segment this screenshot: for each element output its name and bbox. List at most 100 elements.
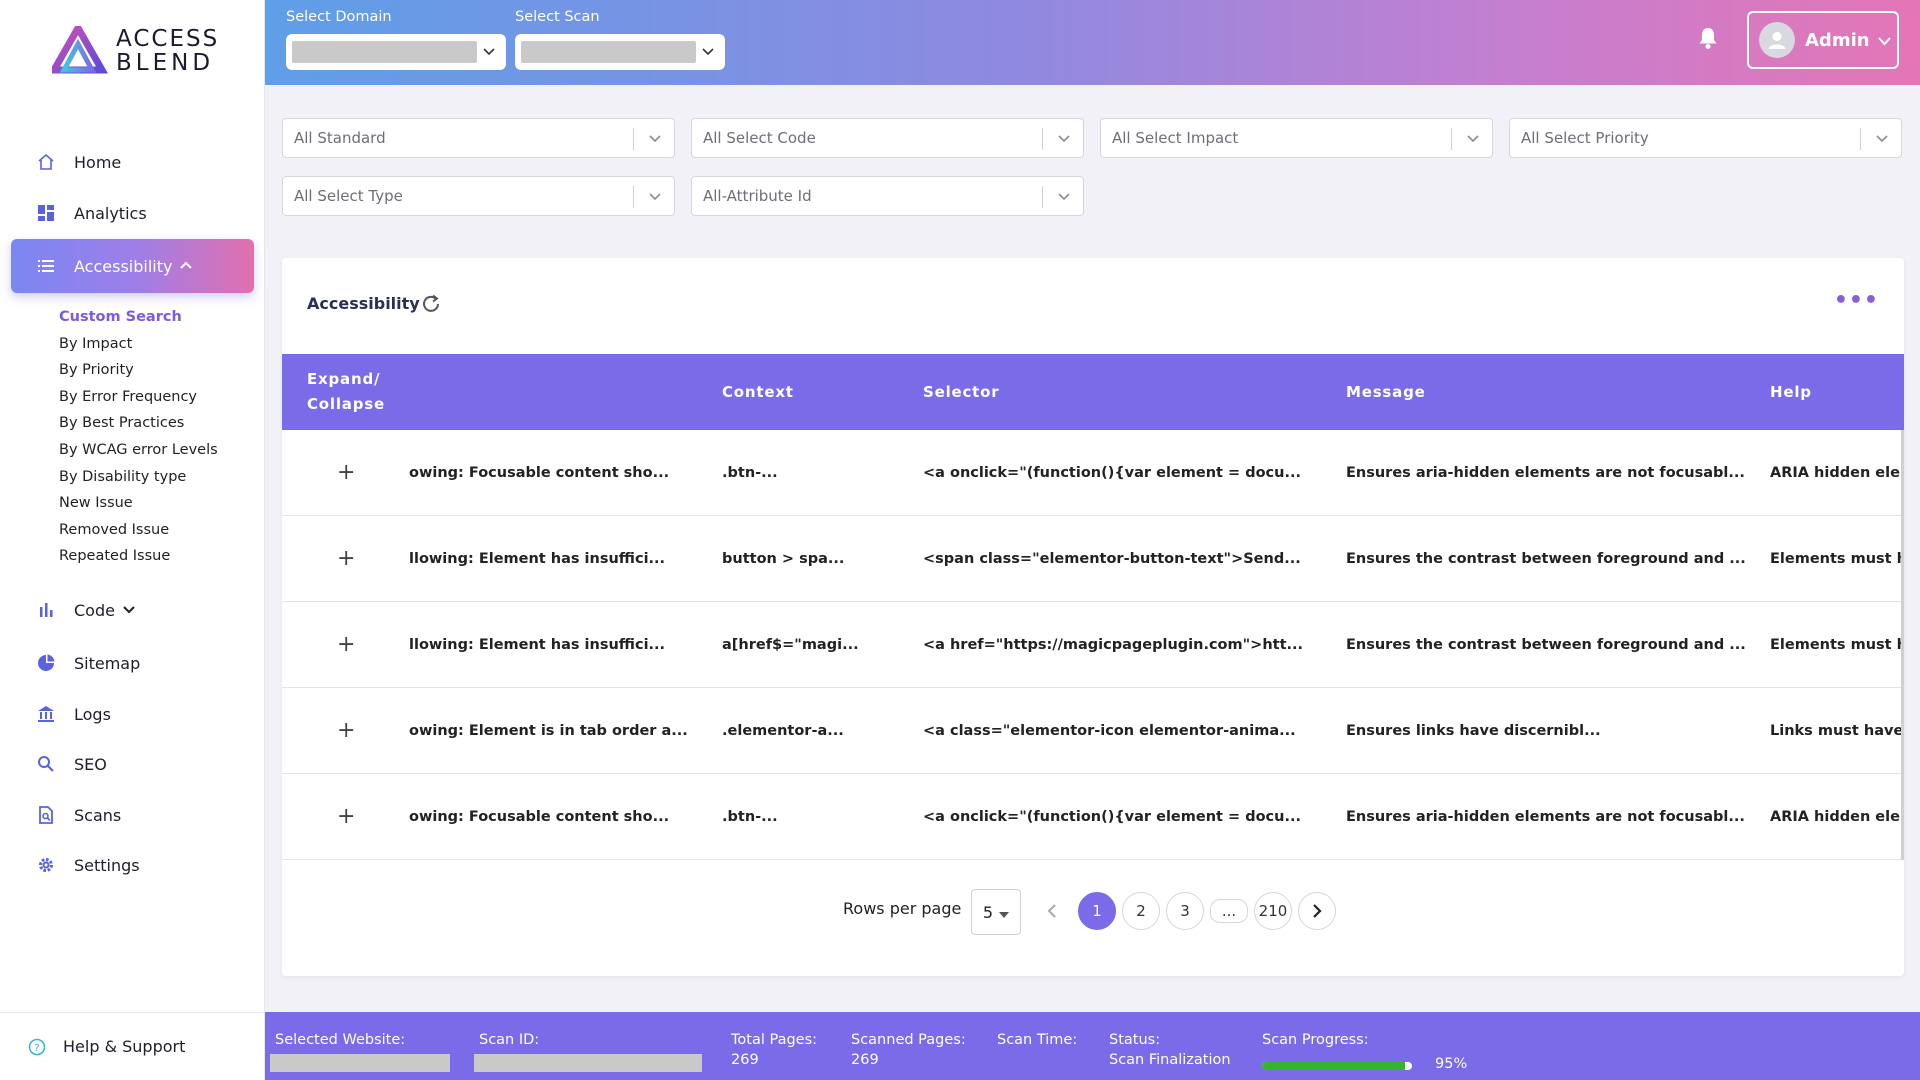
avatar-icon [1759,22,1795,58]
scan-icon [36,805,56,825]
caret-down-icon [999,903,1010,922]
total-pages-value: 269 [731,1052,759,1068]
chevron-down-icon [1466,129,1480,151]
sidebar-item-label: Code [74,600,115,620]
sidebar-item-analytics[interactable]: Analytics [11,193,254,233]
refresh-icon[interactable] [420,293,442,315]
expand-plus-icon[interactable]: + [337,546,355,571]
scan-status-footer: Selected Website: Scan ID: Total Pages: … [265,1012,1920,1080]
sidebar-item-label: Sitemap [74,653,141,673]
sidebar-item-scans[interactable]: Scans [11,795,254,835]
select-domain-dropdown[interactable] [286,34,506,70]
sidebar-item-seo[interactable]: SEO [11,744,254,784]
chevron-down-icon [1877,30,1891,51]
website-value-redacted [270,1054,450,1072]
table-header: Expand/ Collapse Context Selector Messag… [282,354,1904,430]
more-options-icon[interactable]: ••• [1834,288,1879,313]
col-expand-collapse: Expand/ Collapse [307,354,385,430]
sidebar-item-label: Analytics [74,203,147,223]
filter-separator [1042,186,1043,208]
col-message[interactable]: Message [1346,354,1426,430]
sidebar-item-logs[interactable]: Logs [11,694,254,734]
bank-icon [36,704,56,724]
sidebar-item-sitemap[interactable]: Sitemap [11,643,254,683]
page-2-button[interactable]: 2 [1122,892,1160,930]
page-3-button[interactable]: 3 [1166,892,1204,930]
filter-separator [1451,128,1452,150]
page-210-button[interactable]: 210 [1254,892,1292,930]
footer-status: Status: Scan Finalization [1109,1032,1231,1068]
submenu-custom-search[interactable]: Custom Search [59,304,218,331]
submenu-by-priority[interactable]: By Priority [59,357,218,384]
table-row: + llowing: Element has insuffici... butt… [282,516,1904,602]
scan-progress-label: Scan Progress: [1262,1032,1369,1048]
chevron-down-icon [1875,129,1889,151]
submenu-new-issue[interactable]: New Issue [59,490,218,517]
prev-page-button[interactable] [1033,892,1071,930]
table-row: + llowing: Element has insuffici... a[hr… [282,602,1904,688]
svg-text:?: ? [34,1043,39,1054]
rows-per-page-select[interactable]: 5 [971,889,1021,935]
horizontal-scrollbar-edge[interactable] [1901,430,1904,860]
analytics-icon [36,203,56,223]
expand-plus-icon[interactable]: + [337,632,355,657]
scanned-pages-value: 269 [851,1052,879,1068]
page-ellipsis: ... [1210,899,1248,923]
row-description: llowing: Element has insuffici... [409,637,666,653]
filter-separator [1860,128,1861,150]
submenu-removed-issue[interactable]: Removed Issue [59,517,218,544]
row-help: ARIA hidden eleme [1770,465,1904,481]
notification-bell-icon[interactable] [1697,26,1721,52]
sidebar-item-home[interactable]: Home [11,142,254,182]
brand-logo[interactable]: ACCESS BLEND [52,26,219,76]
row-help: ARIA hidden eleme [1770,809,1904,825]
footer-website: Selected Website: [275,1032,405,1048]
accessibility-submenu: Custom Search By Impact By Priority By E… [59,304,218,570]
row-context: .btn-... [722,809,778,825]
brand-wordmark: ACCESS BLEND [116,27,219,75]
expand-plus-icon[interactable]: + [337,718,355,743]
select-scan-dropdown[interactable] [515,34,725,70]
col-context[interactable]: Context [722,354,794,430]
submenu-repeated-issue[interactable]: Repeated Issue [59,543,218,570]
table-row: + owing: Element is in tab order a... .e… [282,688,1904,774]
row-message: Ensures links have discernibl... [1346,723,1601,739]
sidebar-item-label: Scans [74,805,122,825]
filter-attribute-id[interactable]: All-Attribute Id [691,176,1084,216]
filter-priority[interactable]: All Select Priority [1509,118,1902,158]
submenu-by-best-practices[interactable]: By Best Practices [59,410,218,437]
col-selector[interactable]: Selector [923,354,999,430]
sidebar-item-code[interactable]: Code [11,590,254,630]
col-help[interactable]: Help [1770,354,1812,430]
filter-type[interactable]: All Select Type [282,176,675,216]
sidebar-item-settings[interactable]: Settings [11,845,254,885]
expand-plus-icon[interactable]: + [337,804,355,829]
filter-impact[interactable]: All Select Impact [1100,118,1493,158]
select-domain-label: Select Domain [286,9,392,25]
chevron-down-icon [1057,187,1071,209]
footer-total-pages: Total Pages: 269 [731,1032,817,1068]
chevron-down-icon [1057,129,1071,151]
filter-standard[interactable]: All Standard [282,118,675,158]
row-selector: <span class="elementor-button-text">Send… [923,551,1301,567]
scanned-pages-label: Scanned Pages: [851,1032,966,1048]
expand-plus-icon[interactable]: + [337,460,355,485]
filter-code[interactable]: All Select Code [691,118,1084,158]
next-page-button[interactable] [1298,892,1336,930]
page-1-button[interactable]: 1 [1078,892,1116,930]
submenu-by-error-frequency[interactable]: By Error Frequency [59,384,218,411]
submenu-by-wcag-levels[interactable]: By WCAG error Levels [59,437,218,464]
col-expand-label: Expand/ [307,370,381,388]
submenu-by-disability-type[interactable]: By Disability type [59,464,218,491]
sidebar-item-accessibility[interactable]: Accessibility [11,239,254,293]
help-support-link[interactable]: ? Help & Support [0,1012,265,1080]
card-title: Accessibility [307,294,420,313]
admin-user-menu[interactable]: Admin [1747,11,1899,69]
filter-code-value: All Select Code [703,129,816,147]
footer-scan-id: Scan ID: [479,1032,539,1048]
submenu-by-impact[interactable]: By Impact [59,331,218,358]
chevron-down-icon [648,129,662,151]
row-description: owing: Focusable content sho... [409,809,670,825]
filter-separator [633,128,634,150]
row-context: .btn-... [722,465,778,481]
